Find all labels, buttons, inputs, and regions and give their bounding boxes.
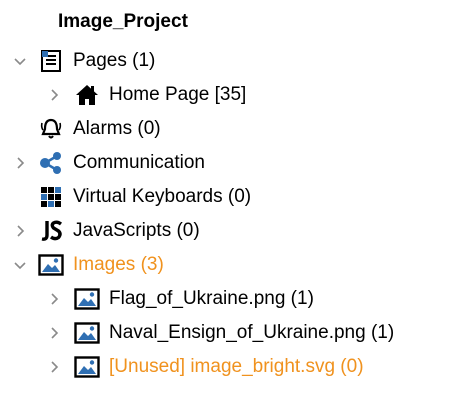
tree-item-alarms[interactable]: Alarms (0)	[10, 112, 161, 146]
tree-item-image-bright[interactable]: [Unused] image_bright.svg (0)	[44, 350, 364, 384]
tree-item-label: Communication	[73, 152, 205, 173]
image-icon	[74, 354, 100, 380]
tree-item-label: Pages (1)	[73, 50, 156, 71]
tree-item-label: Images (3)	[73, 254, 164, 275]
image-icon	[38, 252, 64, 278]
tree-item-label: JavaScripts (0)	[73, 220, 200, 241]
chevron-right-icon[interactable]	[44, 357, 64, 377]
tree-item-pages[interactable]: Pages (1)	[10, 44, 155, 78]
page-icon	[38, 48, 64, 74]
chevron-right-icon[interactable]	[10, 153, 30, 173]
alarm-bell-icon	[38, 116, 64, 142]
tree-item-label: Naval_Ensign_of_Ukraine.png (1)	[109, 322, 395, 343]
tree-item-flag-of-ukraine[interactable]: Flag_of_Ukraine.png (1)	[44, 282, 314, 316]
home-icon	[74, 82, 100, 108]
chevron-down-icon[interactable]	[10, 255, 30, 275]
keyboard-icon	[38, 184, 64, 210]
project-title: Image_Project	[58, 11, 188, 32]
tree-item-label: Flag_of_Ukraine.png (1)	[109, 288, 314, 309]
tree-item-label: Home Page [35]	[109, 84, 247, 105]
tree-item-label: Virtual Keyboards (0)	[73, 186, 252, 207]
tree-item-naval-ensign-of-ukraine[interactable]: Naval_Ensign_of_Ukraine.png (1)	[44, 316, 394, 350]
tree-item-images[interactable]: Images (3)	[10, 248, 164, 282]
tree-item-home-page[interactable]: Home Page [35]	[44, 78, 246, 112]
chevron-right-icon[interactable]	[44, 289, 64, 309]
tree-item-communication[interactable]: Communication	[10, 146, 205, 180]
javascript-icon	[38, 218, 64, 244]
chevron-down-icon[interactable]	[10, 51, 30, 71]
tree-item-javascripts[interactable]: JavaScripts (0)	[10, 214, 200, 248]
image-icon	[74, 286, 100, 312]
chevron-right-icon[interactable]	[44, 323, 64, 343]
image-icon	[74, 320, 100, 346]
chevron-right-icon[interactable]	[10, 221, 30, 241]
project-tree: Image_Project Pages (1) Home Page [35] A…	[0, 0, 474, 397]
communication-icon	[38, 150, 64, 176]
tree-item-virtual-keyboards[interactable]: Virtual Keyboards (0)	[10, 180, 251, 214]
tree-item-label: [Unused] image_bright.svg (0)	[109, 356, 364, 377]
tree-item-label: Alarms (0)	[73, 118, 161, 139]
chevron-right-icon[interactable]	[44, 85, 64, 105]
